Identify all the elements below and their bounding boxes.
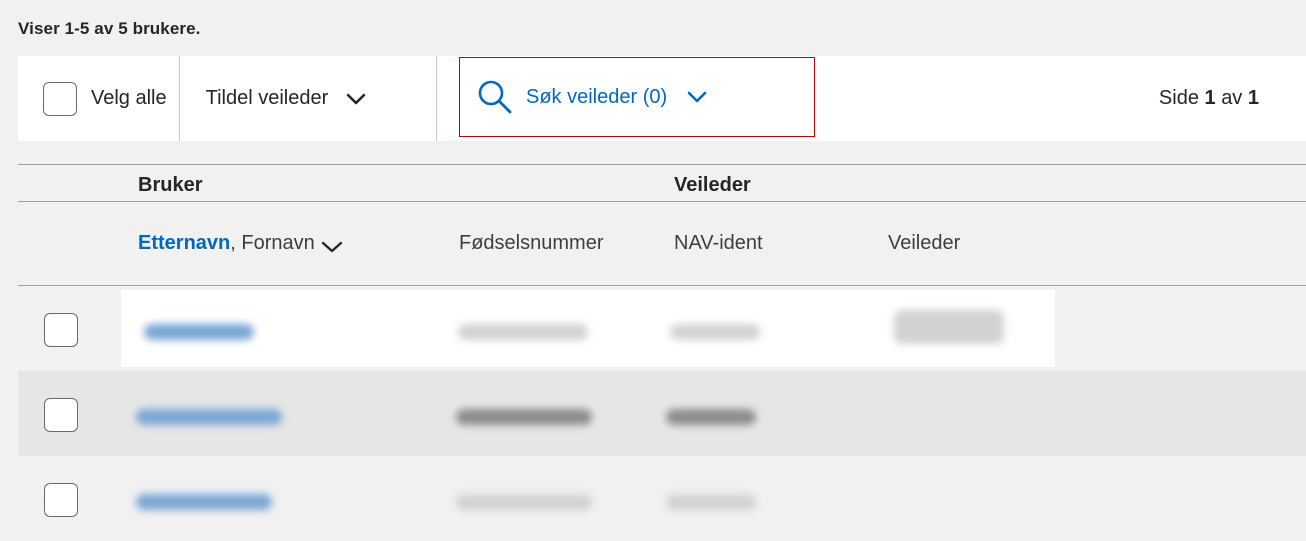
redacted-fnr <box>456 494 592 510</box>
search-veileder-label: Søk veileder (0) <box>526 85 668 108</box>
header-divider-top <box>18 164 1306 165</box>
toolbar: Velg alle Tildel veileder Søk veileder (… <box>18 56 1306 141</box>
group-header-veileder: Veileder <box>674 174 751 196</box>
group-header-bruker: Bruker <box>138 174 203 196</box>
pager-current: 1 <box>1204 87 1216 109</box>
search-veileder-button[interactable]: Søk veileder (0) <box>459 57 815 137</box>
redacted-navident <box>670 324 760 340</box>
redacted-fnr <box>458 324 588 340</box>
column-header-fodselsnummer[interactable]: Fødselsnummer <box>459 232 603 255</box>
select-all-label: Velg alle <box>91 87 167 109</box>
header-divider-middle <box>18 201 1306 202</box>
select-all-control[interactable]: Velg alle <box>18 56 180 141</box>
search-icon <box>476 78 514 116</box>
row-checkbox[interactable] <box>44 313 78 347</box>
redacted-name[interactable] <box>136 494 272 510</box>
column-header-name: Etternavn, Fornavn <box>138 232 343 255</box>
select-all-checkbox[interactable] <box>43 81 77 116</box>
pager-total: 1 <box>1247 87 1259 109</box>
assign-veileder-button[interactable]: Tildel veileder <box>180 56 437 141</box>
column-header-navident[interactable]: NAV-ident <box>674 232 763 255</box>
table-row <box>18 456 1306 541</box>
assign-veileder-label: Tildel veileder <box>205 87 329 109</box>
user-table-body <box>18 286 1306 541</box>
table-row <box>18 286 1306 371</box>
redacted-veileder <box>894 310 1004 344</box>
table-row <box>18 371 1306 456</box>
table-header: Bruker Veileder Etternavn, Fornavn Fødse… <box>18 164 1306 286</box>
pagination-info: Side 1 av 1 <box>1159 56 1259 141</box>
pager-prefix: Side <box>1158 87 1199 109</box>
redacted-navident <box>666 409 756 425</box>
chevron-down-icon[interactable] <box>321 237 343 252</box>
chevron-down-icon <box>687 90 707 104</box>
result-summary: Viser 1-5 av 5 brukere. <box>18 19 201 38</box>
column-header-fornavn: , Fornavn <box>230 232 315 254</box>
row-checkbox[interactable] <box>44 398 78 432</box>
redacted-name[interactable] <box>136 409 282 425</box>
row-checkbox[interactable] <box>44 483 78 517</box>
redacted-navident <box>666 494 756 510</box>
redacted-name <box>144 324 254 340</box>
redacted-fnr <box>456 409 592 425</box>
pager-mid: av <box>1221 87 1243 109</box>
column-header-veileder[interactable]: Veileder <box>888 232 960 255</box>
chevron-down-icon <box>346 92 366 106</box>
sort-by-etternavn[interactable]: Etternavn <box>138 232 230 254</box>
